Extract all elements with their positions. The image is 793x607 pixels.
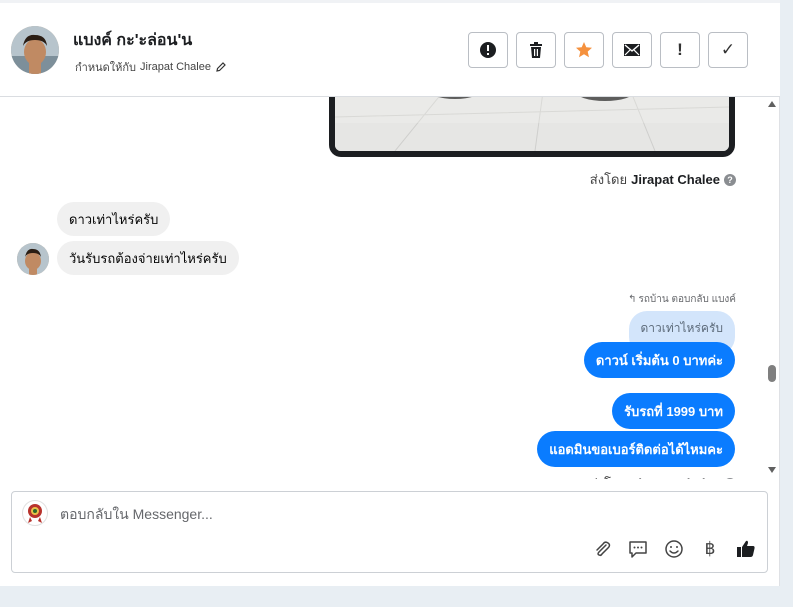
- message-thread[interactable]: ส่งโดย Jirapat Chalee ? ดาวเท่าไหร่ครับ …: [0, 97, 764, 479]
- reply-arrow-icon: ↰: [628, 294, 637, 305]
- baht-icon: ฿: [704, 539, 716, 559]
- smiley-icon: [665, 540, 683, 558]
- trash-icon: [530, 42, 542, 58]
- reply-note-text: รถบ้าน ตอบกลับ แบงค์: [638, 294, 736, 305]
- sent-by-name: Jirapat Chalee: [631, 476, 720, 479]
- conversation-panel: แบงค์ กะ'ะล่อน'น กำหนดให้กับ Jirapat Cha…: [0, 0, 780, 586]
- pencil-icon[interactable]: [215, 61, 227, 73]
- scroll-up-arrow-icon[interactable]: [768, 101, 776, 107]
- sent-by-prefix: ส่งโดย: [590, 473, 627, 479]
- mark-unread-button[interactable]: [612, 32, 652, 68]
- attach-button[interactable]: [591, 538, 613, 560]
- payment-button[interactable]: ฿: [699, 538, 721, 560]
- question-icon[interactable]: ?: [724, 173, 736, 186]
- sent-by-prefix: ส่งโดย: [589, 172, 628, 187]
- contact-name: แบงค์ กะ'ะล่อน'น: [73, 32, 193, 49]
- emoji-button[interactable]: [663, 538, 685, 560]
- exclamation-circle-icon: [480, 42, 496, 58]
- checkmark-icon: ✓: [720, 40, 736, 59]
- outgoing-message[interactable]: แอดมินขอเบอร์ติดต่อได้ไหมคะ: [537, 431, 735, 467]
- contact-avatar[interactable]: [11, 26, 59, 74]
- scroll-down-arrow-icon[interactable]: [768, 467, 776, 473]
- thumbs-up-icon: [737, 540, 755, 557]
- incoming-message[interactable]: ดาวเท่าไหร่ครับ: [57, 202, 171, 236]
- reply-composer: ฿: [11, 491, 768, 573]
- paperclip-icon: [596, 541, 611, 557]
- sent-by-label: ส่งโดย Jirapat Chalee ?: [590, 169, 736, 190]
- exclamation-icon: !: [677, 40, 683, 59]
- scroll-thumb[interactable]: [768, 365, 776, 382]
- assignee-name: Jirapat Chalee: [140, 61, 211, 73]
- star-icon: [576, 42, 592, 58]
- reply-note: ↰ รถบ้าน ตอบกลับ แบงค์: [628, 292, 736, 307]
- outgoing-message[interactable]: รับรถที่ 1999 บาท: [612, 393, 735, 429]
- chat-bubble-icon: [629, 541, 647, 558]
- assignment-line[interactable]: กำหนดให้กับ Jirapat Chalee: [75, 58, 227, 76]
- like-button[interactable]: [735, 538, 757, 560]
- page-avatar: [22, 500, 48, 526]
- assign-prefix: กำหนดให้กับ: [75, 62, 137, 74]
- composer-tools: ฿: [591, 538, 757, 560]
- mark-spam-button[interactable]: [468, 32, 508, 68]
- sent-by-label: ส่งโดย Jirapat Chalee ?: [590, 473, 736, 479]
- delete-button[interactable]: [516, 32, 556, 68]
- follow-up-button[interactable]: !: [660, 32, 700, 68]
- sent-by-name: Jirapat Chalee: [631, 172, 720, 187]
- thread-scrollbar[interactable]: [764, 97, 780, 479]
- header-actions: ! ✓: [468, 32, 748, 68]
- mark-done-button[interactable]: ✓: [708, 32, 748, 68]
- envelope-icon: [624, 44, 640, 56]
- reply-input[interactable]: [60, 506, 580, 522]
- star-button[interactable]: [564, 32, 604, 68]
- incoming-message[interactable]: วันรับรถต้องจ่ายเท่าไหร่ครับ: [57, 241, 239, 275]
- saved-replies-button[interactable]: [627, 538, 649, 560]
- image-attachment[interactable]: [329, 97, 735, 157]
- question-icon[interactable]: ?: [724, 477, 736, 479]
- outgoing-message[interactable]: ดาวน์ เริ่มต้น 0 บาทค่ะ: [583, 342, 735, 378]
- conversation-header: แบงค์ กะ'ะล่อน'น กำหนดให้กับ Jirapat Cha…: [0, 3, 780, 97]
- sender-avatar: [17, 243, 49, 275]
